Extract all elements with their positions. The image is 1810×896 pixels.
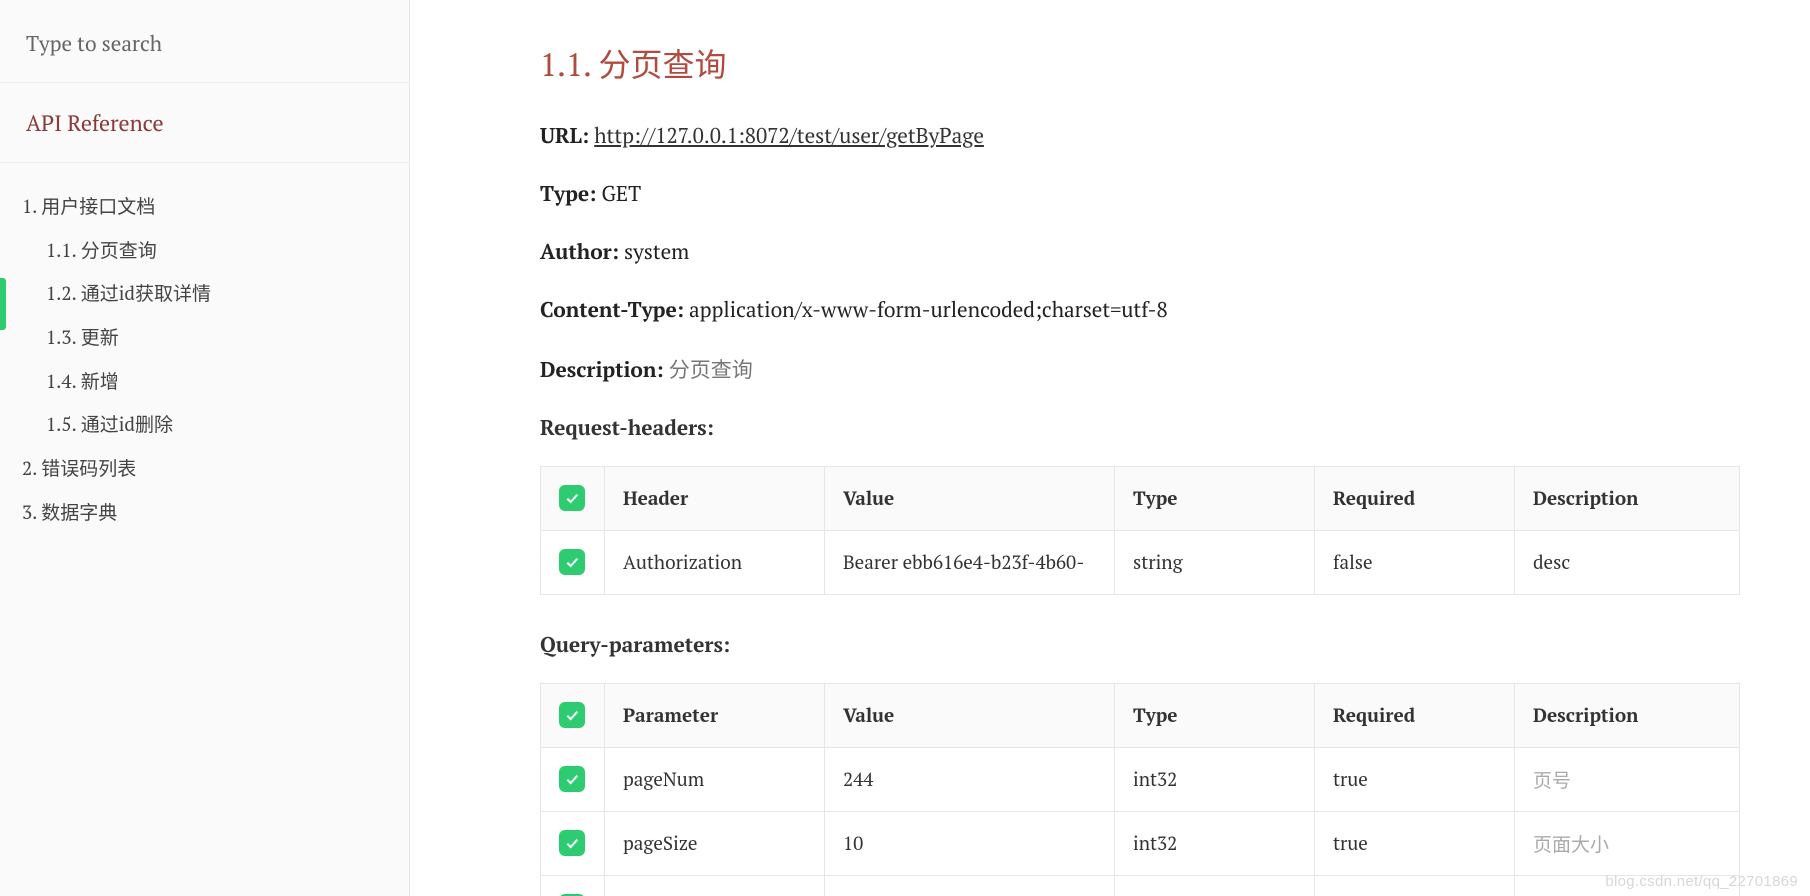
check-icon[interactable] [559,766,585,792]
table-row: pageSize int32true页面大小 [541,812,1740,876]
check-icon[interactable] [559,702,585,728]
column-checkbox [541,467,605,531]
cell-type: string [1115,876,1315,896]
nav-subitem[interactable]: 1.1. 分页查询 [0,229,409,273]
cell-value[interactable] [825,812,1115,876]
param-value-input[interactable] [843,767,1096,792]
meta-author-value: system [624,238,689,266]
nav-subitem[interactable]: 1.3. 更新 [0,316,409,360]
cell-required: true [1315,748,1515,812]
meta-url: URL: http://127.0.0.1:8072/test/user/get… [540,122,1740,150]
column-header: Value [825,684,1115,748]
cell-header: Authorization [605,531,825,595]
meta-content-type-label: Content-Type: [540,296,684,324]
cell-value[interactable] [825,748,1115,812]
request-headers-table: Header Value Type Required Description A… [540,466,1740,595]
column-header: Value [825,467,1115,531]
cell-description: desc [1515,531,1740,595]
cell-type: string [1115,531,1315,595]
meta-description-label: Description: [540,356,664,384]
nav-list: 1. 用户接口文档1.1. 分页查询1.2. 通过id获取详情1.3. 更新1.… [0,163,409,535]
meta-description-value: 分页查询 [669,356,753,384]
column-header: Description [1515,684,1740,748]
meta-author: Author: system [540,238,1740,266]
cell-description: 搜索值 [1515,876,1740,896]
nav-item[interactable]: 2. 错误码列表 [0,447,409,491]
cell-required: false [1315,531,1515,595]
table-row: Authorization stringfalsedesc [541,531,1740,595]
meta-url-label: URL: [540,122,589,150]
main-content: 1.1. 分页查询 URL: http://127.0.0.1:8072/tes… [410,0,1810,896]
table-header-row: Parameter Value Type Required Descriptio… [541,684,1740,748]
query-parameters-table: Parameter Value Type Required Descriptio… [540,683,1740,896]
sidebar: API Reference 1. 用户接口文档1.1. 分页查询1.2. 通过i… [0,0,410,896]
page-title: 1.1. 分页查询 [540,40,1740,86]
nav-item[interactable]: 3. 数据字典 [0,491,409,535]
search-input[interactable] [26,30,409,58]
cell-value[interactable] [825,531,1115,595]
meta-description: Description: 分页查询 [540,354,1740,384]
meta-type-label: Type: [540,180,596,208]
nav-item[interactable]: 1. 用户接口文档 [0,185,409,229]
nav-subitem[interactable]: 1.5. 通过id删除 [0,403,409,447]
site-title: API Reference [0,83,409,163]
column-header: Description [1515,467,1740,531]
check-icon[interactable] [559,830,585,856]
table-header-row: Header Value Type Required Description [541,467,1740,531]
column-header: Parameter [605,684,825,748]
meta-content-type-value: application/x-www-form-urlencoded;charse… [689,296,1168,324]
column-header: Required [1315,467,1515,531]
cell-type: int32 [1115,812,1315,876]
column-header: Type [1115,467,1315,531]
cell-required: true [1315,812,1515,876]
nav-subitem[interactable]: 1.4. 新增 [0,360,409,404]
check-icon[interactable] [559,485,585,511]
meta-type-value: GET [601,180,641,208]
meta-author-label: Author: [540,238,619,266]
cell-description: 页号 [1515,748,1740,812]
cell-required: false [1315,876,1515,896]
meta-content-type: Content-Type: application/x-www-form-url… [540,296,1740,324]
column-header: Required [1315,684,1515,748]
cell-description: 页面大小 [1515,812,1740,876]
nav-subitem[interactable]: 1.2. 通过id获取详情 [0,272,409,316]
sidebar-accent-strip [0,278,6,330]
cell-parameter: pageNum [605,748,825,812]
cell-parameter: searchValue [605,876,825,896]
column-header: Header [605,467,825,531]
query-parameters-heading: Query-parameters: [540,631,1740,659]
header-value-input[interactable] [843,550,1096,575]
check-icon[interactable] [559,549,585,575]
cell-value[interactable] [825,876,1115,896]
column-checkbox [541,684,605,748]
table-row: pageNum int32true页号 [541,748,1740,812]
meta-type: Type: GET [540,180,1740,208]
column-header: Type [1115,684,1315,748]
table-row: searchValue stringfalse搜索值 [541,876,1740,896]
cell-parameter: pageSize [605,812,825,876]
cell-type: int32 [1115,748,1315,812]
request-headers-heading: Request-headers: [540,414,1740,442]
search-container [0,0,409,83]
param-value-input[interactable] [843,831,1096,856]
meta-url-link[interactable]: http://127.0.0.1:8072/test/user/getByPag… [594,122,984,150]
